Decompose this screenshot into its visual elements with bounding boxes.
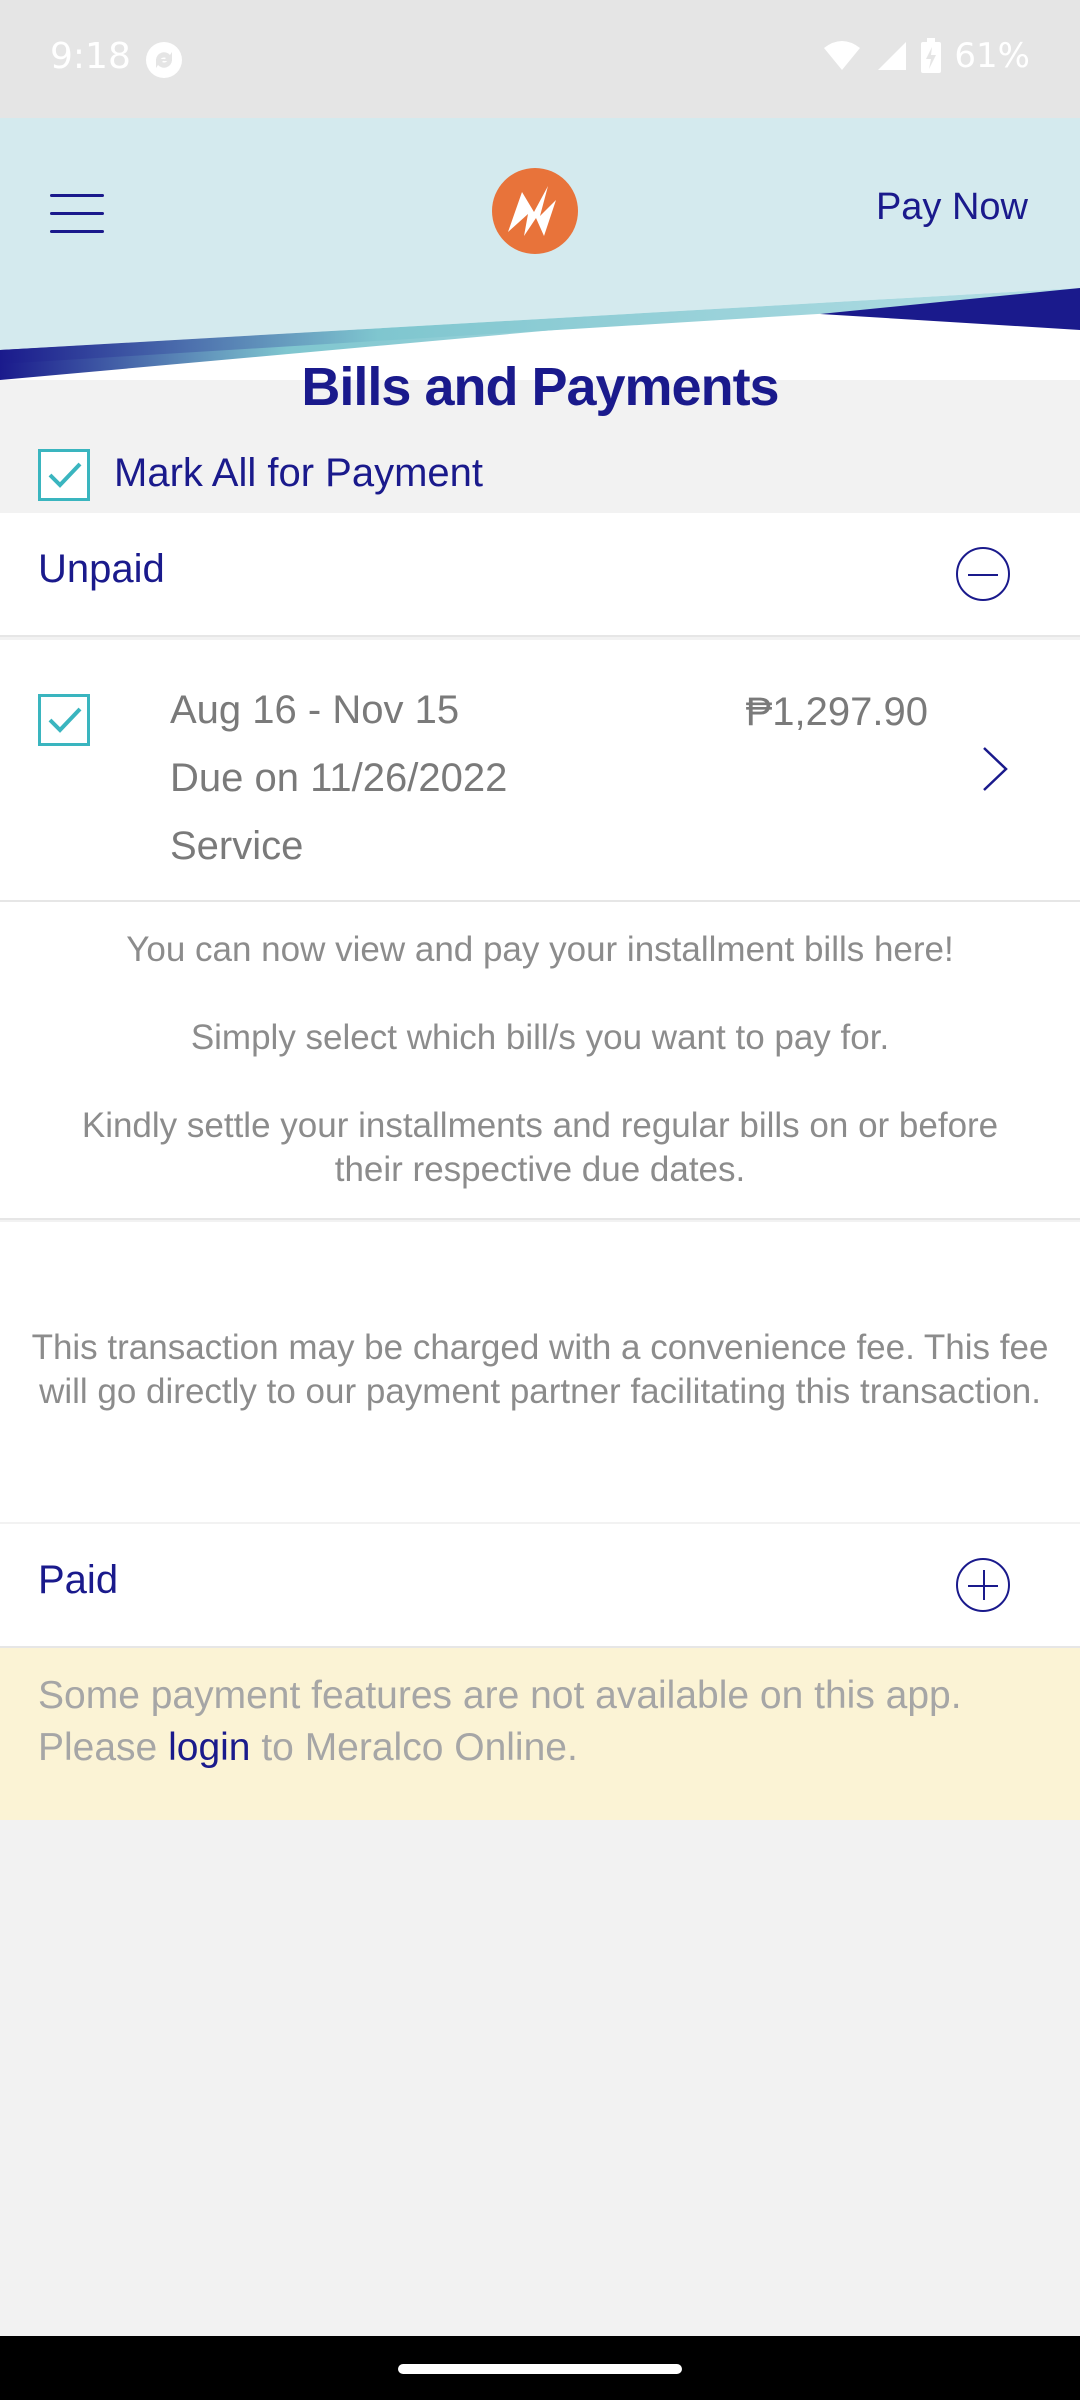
collapse-minus-icon[interactable] [956, 547, 1010, 601]
feature-notice: Some payment features are not available … [0, 1648, 1080, 1820]
info-line-3: Kindly settle your installments and regu… [81, 1106, 999, 1189]
mark-all-row[interactable]: Mark All for Payment [0, 433, 1080, 513]
notice-text-after: to Meralco Online. [250, 1726, 578, 1769]
installment-info: You can now view and pay your installmen… [0, 902, 1080, 1220]
minus-bar [968, 574, 998, 576]
sync-icon [146, 42, 182, 78]
check-icon [48, 707, 82, 733]
signal-icon [878, 42, 907, 70]
bill-item[interactable]: Aug 16 - Nov 15 Due on 11/26/2022 Servic… [0, 640, 1080, 902]
bill-period: Aug 16 - Nov 15 [170, 688, 460, 732]
plus-bar-v [983, 1570, 985, 1600]
unpaid-section-title: Unpaid [38, 547, 165, 591]
chevron-right-icon[interactable] [980, 745, 1010, 793]
bill-due-date: Due on 11/26/2022 [170, 756, 508, 800]
paid-section-header[interactable]: Paid [0, 1524, 1080, 1648]
meralco-logo-icon [492, 168, 578, 254]
status-time: 9:18 [50, 36, 131, 77]
battery-percent: 61% [954, 36, 1030, 76]
battery-icon [921, 38, 942, 73]
home-gesture-handle[interactable] [398, 2364, 682, 2374]
hamburger-menu-icon-bar [50, 230, 104, 233]
bill-type: Service [170, 824, 304, 868]
system-nav-bar [0, 2336, 1080, 2400]
info-line-1: You can now view and pay your installmen… [126, 930, 954, 969]
check-icon [48, 462, 82, 488]
paid-section-title: Paid [38, 1558, 119, 1602]
fee-notice-text: This transaction may be charged with a c… [31, 1328, 1049, 1411]
info-line-2: Simply select which bill/s you want to p… [190, 1018, 890, 1057]
unpaid-section-header[interactable]: Unpaid [0, 513, 1080, 637]
app-header: Pay Now [0, 118, 1080, 380]
wifi-icon [824, 41, 861, 70]
hamburger-menu-icon-bar [50, 212, 104, 215]
hamburger-menu-icon [50, 194, 104, 197]
bill-checkbox[interactable] [38, 694, 90, 746]
fee-notice: This transaction may be charged with a c… [0, 1222, 1080, 1522]
login-link[interactable]: login [168, 1726, 250, 1769]
status-bar: 9:18 61% [0, 0, 1080, 118]
expand-plus-icon[interactable] [956, 1558, 1010, 1612]
menu-button[interactable] [50, 188, 112, 238]
feature-notice-text: Some payment features are not available … [38, 1670, 1048, 1774]
mark-all-checkbox[interactable] [38, 449, 90, 501]
bill-amount: ₱1,297.90 [745, 690, 928, 734]
pay-now-button[interactable]: Pay Now [876, 186, 1028, 229]
page-title: Bills and Payments [301, 357, 779, 417]
mark-all-label: Mark All for Payment [114, 451, 484, 495]
